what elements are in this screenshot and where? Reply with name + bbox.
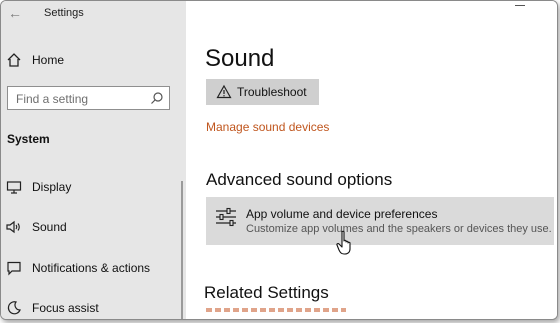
sidebar-scrollbar[interactable] xyxy=(181,181,183,319)
search-icon xyxy=(150,91,164,105)
sidebar-item-notifications[interactable]: Notifications & actions xyxy=(1,254,181,282)
search-placeholder: Find a setting xyxy=(16,92,89,106)
minimize-button[interactable] xyxy=(515,5,525,6)
sidebar-item-display[interactable]: Display xyxy=(1,173,181,201)
sliders-icon xyxy=(214,207,238,227)
sidebar-item-label: Display xyxy=(32,180,72,194)
monitor-icon xyxy=(5,178,23,196)
hand-cursor-icon xyxy=(335,230,357,256)
sidebar-item-focus-assist[interactable]: Focus assist xyxy=(1,294,181,319)
troubleshoot-button[interactable]: Troubleshoot xyxy=(206,79,319,105)
sidebar: ← Settings Home Find a setting System Di… xyxy=(1,1,186,319)
app-volume-subtitle: Customize app volumes and the speakers o… xyxy=(246,223,552,235)
page-title: Sound xyxy=(205,45,275,72)
back-button[interactable]: ← xyxy=(5,3,25,23)
main-content: Sound Troubleshoot Manage sound devices … xyxy=(186,1,557,319)
troubleshoot-label: Troubleshoot xyxy=(237,85,307,99)
sidebar-item-label: Sound xyxy=(32,220,67,234)
sidebar-item-home[interactable]: Home xyxy=(1,46,181,74)
app-volume-title: App volume and device preferences xyxy=(246,207,438,221)
app-title: Settings xyxy=(44,7,84,19)
manage-sound-devices-link[interactable]: Manage sound devices xyxy=(206,120,329,134)
settings-window: ← Settings Home Find a setting System Di… xyxy=(0,0,558,320)
moon-icon xyxy=(5,299,23,317)
warning-icon xyxy=(216,84,232,100)
section-label-system: System xyxy=(7,132,50,146)
related-settings-heading: Related Settings xyxy=(204,283,329,302)
home-icon xyxy=(5,51,23,69)
back-arrow-icon: ← xyxy=(8,5,22,21)
title-bar: ← Settings xyxy=(1,1,186,27)
advanced-sound-options-heading: Advanced sound options xyxy=(206,170,393,189)
app-volume-preferences-item[interactable]: App volume and device preferences Custom… xyxy=(206,197,554,245)
sidebar-item-sound[interactable]: Sound xyxy=(1,213,181,241)
sidebar-item-label: Home xyxy=(32,53,65,67)
speaker-icon xyxy=(5,218,23,236)
notification-icon xyxy=(5,259,23,277)
search-input[interactable]: Find a setting xyxy=(7,86,170,110)
sidebar-item-label: Focus assist xyxy=(32,301,99,315)
related-settings-link-partial[interactable] xyxy=(206,308,346,312)
sidebar-item-label: Notifications & actions xyxy=(32,261,151,275)
